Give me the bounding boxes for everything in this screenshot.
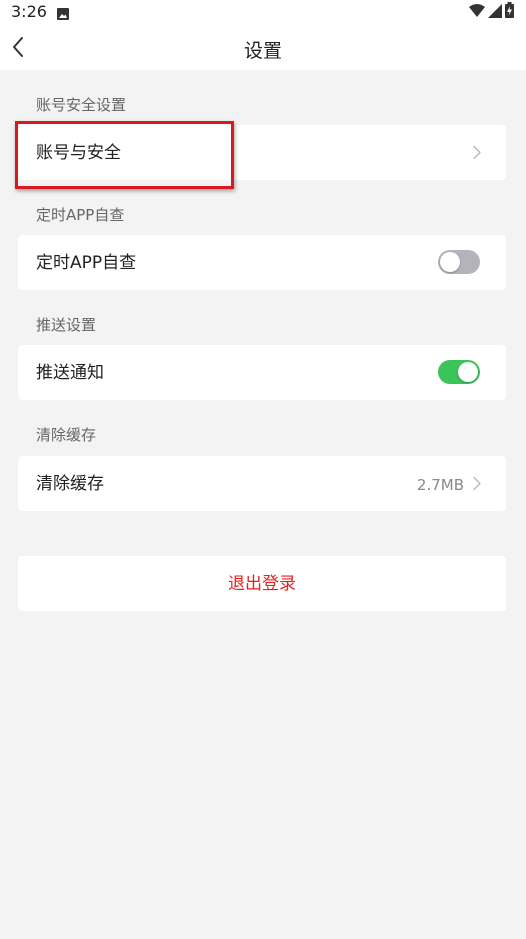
section-label-scheduled-check: 定时APP自查	[36, 206, 125, 224]
logout-button[interactable]: 退出登录	[18, 556, 506, 611]
logout-label: 退出登录	[228, 574, 296, 594]
account-security-label: 账号与安全	[36, 143, 121, 163]
clear-cache-row[interactable]: 清除缓存 2.7MB	[18, 456, 506, 511]
battery-icon	[505, 2, 514, 22]
scheduled-check-row: 定时APP自查	[18, 235, 506, 290]
chevron-right-icon	[472, 145, 482, 160]
page-title: 设置	[243, 40, 282, 62]
wifi-icon	[469, 3, 485, 22]
push-notification-row: 推送通知	[18, 345, 506, 400]
signal-icon	[488, 3, 502, 22]
status-bar: 3:26	[0, 0, 526, 28]
section-label-account-security: 账号安全设置	[36, 96, 127, 114]
toggle-knob	[458, 362, 478, 382]
section-label-push-settings: 推送设置	[36, 316, 97, 334]
account-security-row[interactable]: 账号与安全	[18, 125, 506, 180]
app-header: 设置	[0, 28, 526, 70]
scheduled-check-toggle[interactable]	[438, 250, 480, 274]
push-notification-label: 推送通知	[36, 363, 104, 383]
push-notification-toggle[interactable]	[438, 360, 480, 384]
clear-cache-label: 清除缓存	[36, 474, 104, 494]
status-icons	[469, 2, 514, 22]
image-icon	[57, 5, 69, 20]
status-time: 3:26	[11, 2, 47, 21]
chevron-right-icon	[472, 476, 482, 491]
scheduled-check-label: 定时APP自查	[36, 253, 137, 273]
section-label-clear-cache: 清除缓存	[36, 426, 97, 444]
toggle-knob	[440, 252, 460, 272]
cache-size-value: 2.7MB	[416, 476, 464, 494]
